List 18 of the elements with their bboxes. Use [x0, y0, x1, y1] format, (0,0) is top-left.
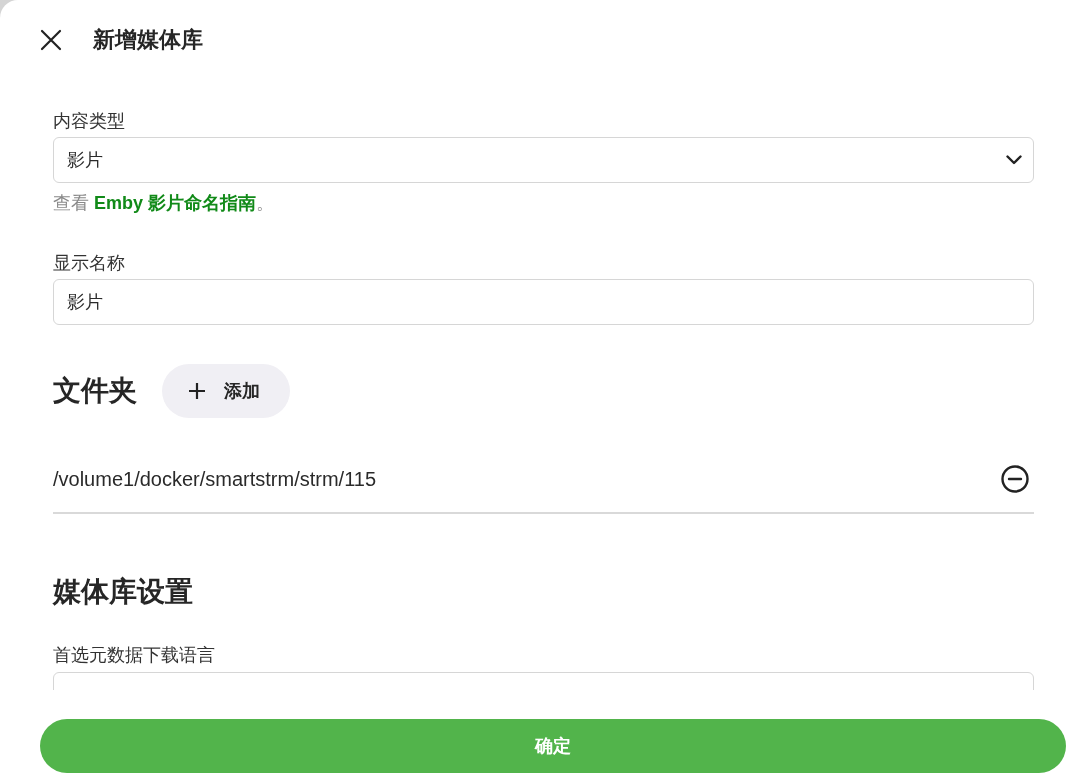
folder-path: /volume1/docker/smartstrm/strm/115: [53, 467, 377, 491]
chevron-down-icon: [1006, 155, 1022, 165]
dialog-title: 新增媒体库: [93, 26, 203, 54]
naming-guide-link[interactable]: Emby 影片命名指南: [94, 193, 257, 213]
minus-circle-icon[interactable]: [1001, 465, 1029, 493]
input-value: 影片: [67, 291, 103, 314]
add-folder-button[interactable]: 添加: [162, 364, 290, 418]
field-label: 内容类型: [53, 110, 125, 133]
input-field[interactable]: 影片: [53, 279, 1034, 325]
plus-icon: [188, 382, 206, 400]
close-icon[interactable]: [40, 29, 62, 51]
help-text: 查看 Emby 影片命名指南。: [53, 192, 275, 215]
field-label: 显示名称: [53, 252, 125, 275]
select-field[interactable]: 影片: [53, 137, 1034, 183]
select-value: 影片: [67, 149, 103, 172]
section-heading: 文件夹: [53, 374, 137, 408]
field-label: 首选元数据下载语言: [53, 644, 215, 667]
section-heading: 媒体库设置: [53, 575, 193, 609]
